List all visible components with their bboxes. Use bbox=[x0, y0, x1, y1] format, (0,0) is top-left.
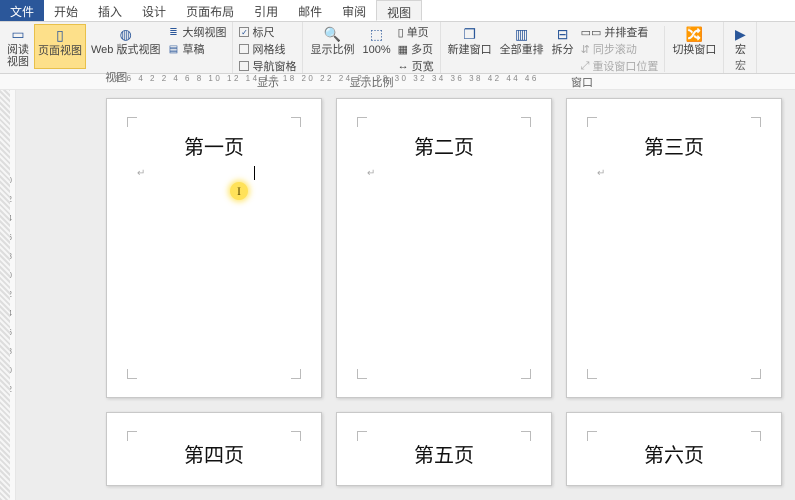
page-heading: 第五页 bbox=[365, 439, 523, 468]
paragraph-mark: ↵ bbox=[365, 168, 523, 179]
page-heading: 第四页 bbox=[135, 439, 293, 468]
macros-button[interactable]: ▶宏 bbox=[728, 24, 752, 57]
macro-icon: ▶ bbox=[731, 25, 749, 43]
outline-view-button[interactable]: ≣大纲视图 bbox=[167, 24, 226, 40]
ribbon-group-show: ✓标尺 网格线 导航窗格 显示 bbox=[233, 22, 303, 73]
page-heading: 第三页 bbox=[595, 131, 753, 160]
book-icon: ▭ bbox=[9, 25, 27, 43]
checkbox-icon bbox=[239, 61, 249, 71]
sync-scroll-button: ⇵同步滚动 bbox=[581, 41, 659, 57]
arrange-all-button[interactable]: ▥全部重排 bbox=[497, 24, 547, 74]
gridlines-checkbox[interactable]: 网格线 bbox=[239, 41, 296, 57]
text-caret bbox=[254, 166, 255, 180]
page-heading: 第一页 bbox=[135, 131, 293, 160]
split-button[interactable]: ⊟拆分 bbox=[549, 24, 577, 74]
page-thumbnail[interactable]: 第一页 ↵ bbox=[106, 98, 322, 398]
ribbon-group-zoom: 🔍显示比例 ⬚100% ▯单页 ▦多页 ↔页宽 显示比例 bbox=[303, 22, 440, 73]
document-canvas[interactable]: 第一页 ↵ 第二页 ↵ 第三页 ↵ 第四页 第五页 bbox=[16, 90, 795, 500]
navpane-checkbox[interactable]: 导航窗格 bbox=[239, 58, 296, 74]
outline-icon: ≣ bbox=[167, 26, 179, 38]
page-width-button[interactable]: ↔页宽 bbox=[398, 58, 434, 74]
paragraph-mark: ↵ bbox=[135, 168, 293, 179]
tab-layout[interactable]: 页面布局 bbox=[176, 0, 244, 21]
tab-references[interactable]: 引用 bbox=[244, 0, 288, 21]
arrange-icon: ▥ bbox=[513, 25, 531, 43]
ribbon: ▭阅读 视图 ▯页面视图 ◍Web 版式视图 ≣大纲视图 ▤草稿 视图 ✓标尺 … bbox=[0, 22, 795, 74]
multi-page-button[interactable]: ▦多页 bbox=[398, 41, 434, 57]
checkbox-icon bbox=[239, 44, 249, 54]
page-thumbnail[interactable]: 第二页 ↵ bbox=[336, 98, 552, 398]
side-by-side-button[interactable]: ▭▭并排查看 bbox=[581, 24, 659, 40]
page-thumbnail[interactable]: 第五页 bbox=[336, 412, 552, 486]
syncscroll-icon: ⇵ bbox=[581, 43, 590, 56]
page-icon: ▯ bbox=[51, 26, 69, 44]
ribbon-group-macros: ▶宏 宏 bbox=[724, 22, 757, 73]
draft-icon: ▤ bbox=[167, 43, 179, 55]
switch-windows-button[interactable]: 🔀切换窗口 bbox=[669, 24, 719, 74]
tab-view[interactable]: 视图 bbox=[376, 0, 422, 21]
resetpos-icon: ⤢ bbox=[581, 60, 590, 73]
new-window-button[interactable]: ❐新建窗口 bbox=[445, 24, 495, 74]
menu-tab-bar: 文件 开始 插入 设计 页面布局 引用 邮件 审阅 视图 bbox=[0, 0, 795, 22]
tab-review[interactable]: 审阅 bbox=[332, 0, 376, 21]
hundred-icon: ⬚ bbox=[368, 25, 386, 43]
globe-icon: ◍ bbox=[117, 25, 135, 43]
page-heading: 第二页 bbox=[365, 131, 523, 160]
sidebyside-icon: ▭▭ bbox=[581, 26, 602, 39]
page-thumbnail[interactable]: 第四页 bbox=[106, 412, 322, 486]
multipage-icon: ▦ bbox=[398, 43, 408, 56]
newwindow-icon: ❐ bbox=[461, 25, 479, 43]
split-icon: ⊟ bbox=[554, 25, 572, 43]
zoom-button[interactable]: 🔍显示比例 bbox=[307, 24, 357, 74]
ribbon-group-window: ❐新建窗口 ▥全部重排 ⊟拆分 ▭▭并排查看 ⇵同步滚动 ⤢重设窗口位置 🔀切换… bbox=[441, 22, 725, 73]
page-thumbnail[interactable]: 第六页 bbox=[566, 412, 782, 486]
onepage-icon: ▯ bbox=[398, 26, 404, 39]
tab-mailings[interactable]: 邮件 bbox=[288, 0, 332, 21]
checkbox-icon: ✓ bbox=[239, 27, 249, 37]
web-layout-button[interactable]: ◍Web 版式视图 bbox=[88, 24, 163, 69]
draft-view-button[interactable]: ▤草稿 bbox=[167, 41, 226, 57]
tab-insert[interactable]: 插入 bbox=[88, 0, 132, 21]
cursor-highlight-icon: I bbox=[230, 182, 248, 200]
paragraph-mark: ↵ bbox=[595, 168, 753, 179]
left-margin-hatch bbox=[0, 90, 10, 500]
pagewidth-icon: ↔ bbox=[398, 60, 409, 72]
tab-home[interactable]: 开始 bbox=[44, 0, 88, 21]
tab-file[interactable]: 文件 bbox=[0, 0, 44, 21]
reset-position-button: ⤢重设窗口位置 bbox=[581, 58, 659, 74]
tab-design[interactable]: 设计 bbox=[132, 0, 176, 21]
group-label-macros: 宏 bbox=[728, 57, 752, 74]
switch-icon: 🔀 bbox=[685, 25, 703, 43]
zoom-100-button[interactable]: ⬚100% bbox=[359, 24, 393, 74]
page-heading: 第六页 bbox=[595, 439, 753, 468]
ruler-checkbox[interactable]: ✓标尺 bbox=[239, 24, 296, 40]
print-layout-button[interactable]: ▯页面视图 bbox=[34, 24, 86, 69]
workspace: 2468101214161820222426283032 第一页 ↵ 第二页 ↵… bbox=[0, 90, 795, 500]
page-thumbnail[interactable]: 第三页 ↵ bbox=[566, 98, 782, 398]
ribbon-group-views: ▭阅读 视图 ▯页面视图 ◍Web 版式视图 ≣大纲视图 ▤草稿 视图 bbox=[0, 22, 233, 73]
one-page-button[interactable]: ▯单页 bbox=[398, 24, 434, 40]
magnifier-icon: 🔍 bbox=[323, 25, 341, 43]
read-mode-button[interactable]: ▭阅读 视图 bbox=[4, 24, 32, 69]
